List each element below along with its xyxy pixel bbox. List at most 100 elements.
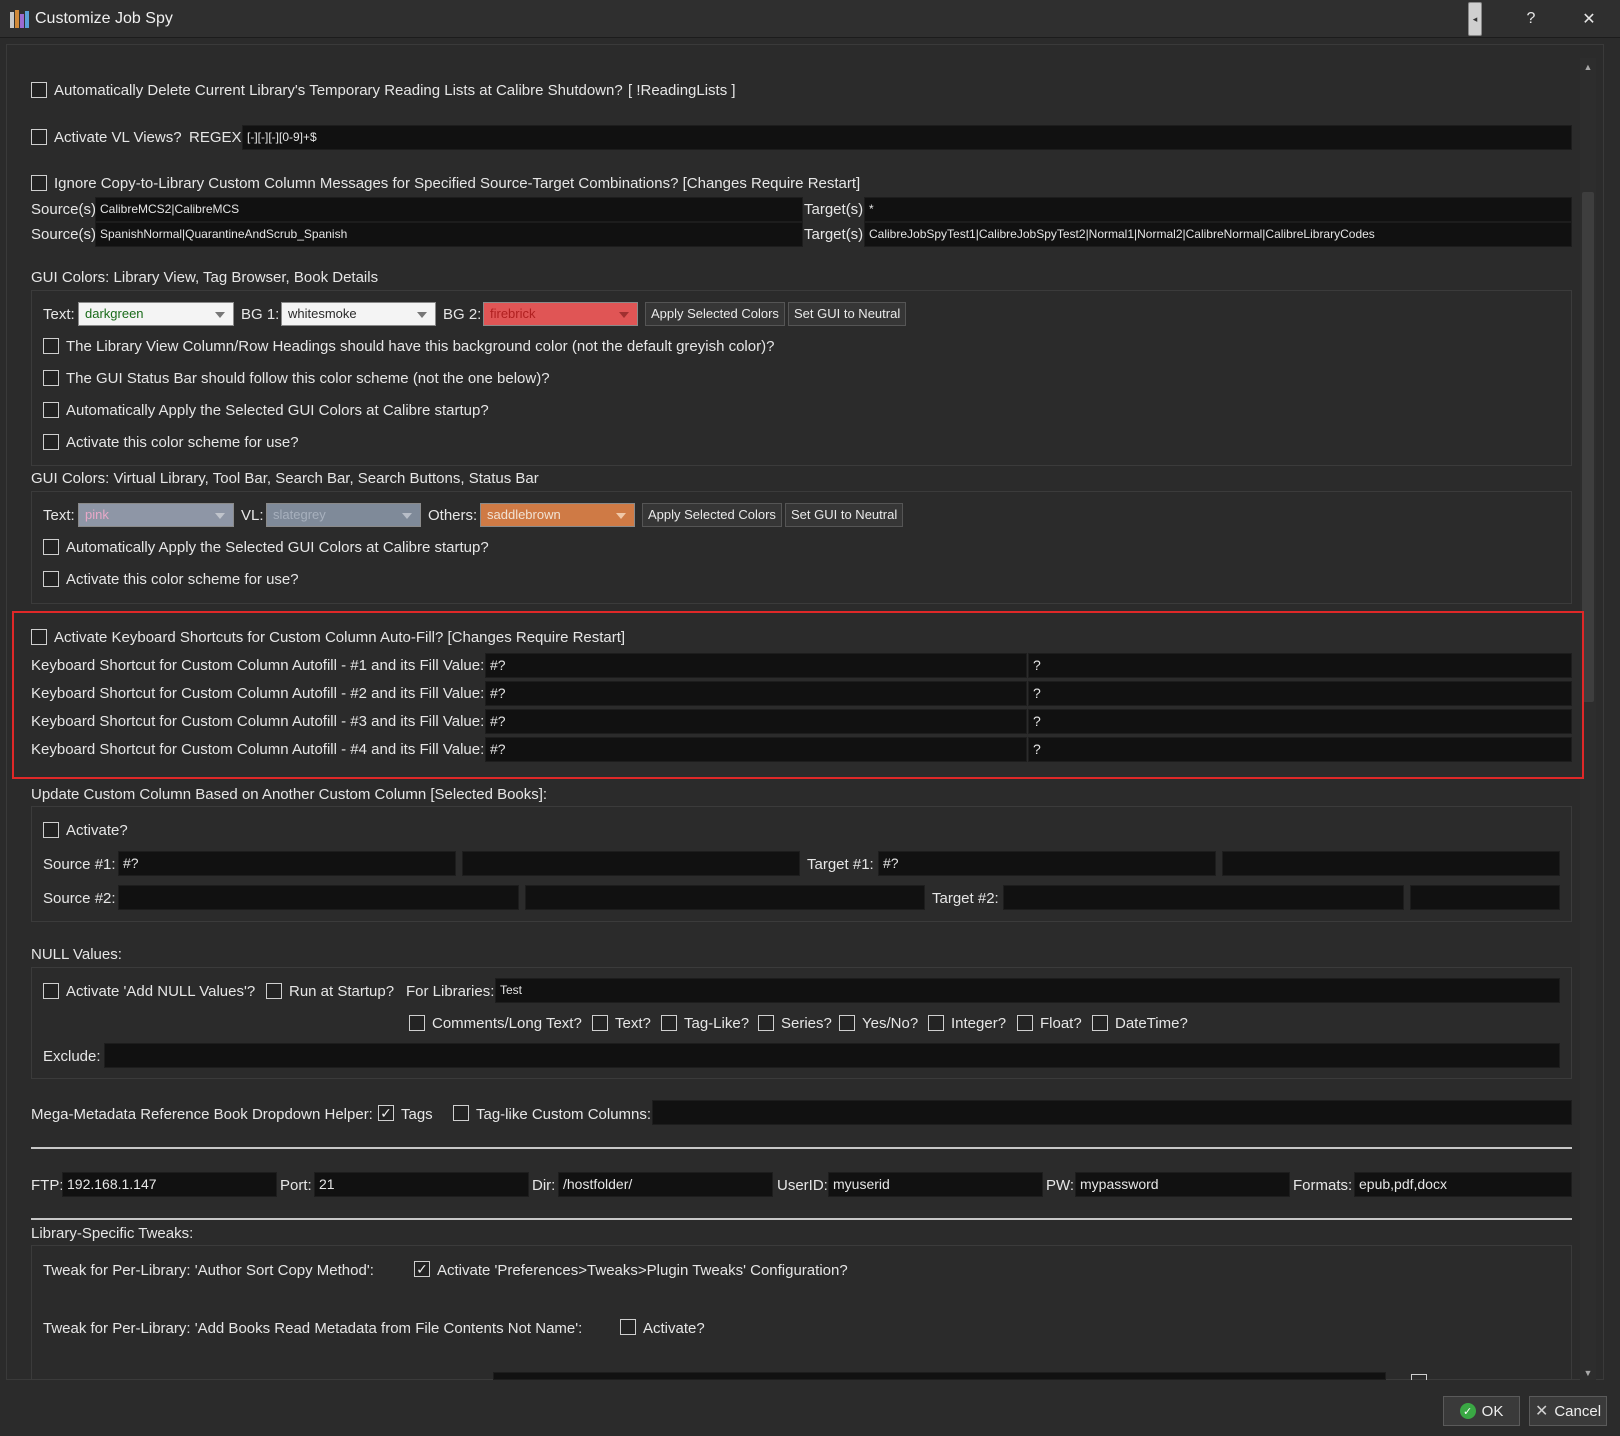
null-type-float-checkbox[interactable] <box>1017 1015 1033 1031</box>
activate-vl-views-label: Activate VL Views? <box>54 129 182 146</box>
set-gui-neutral-button-1[interactable]: Set GUI to Neutral <box>788 302 907 326</box>
shortcut-label-3: Keyboard Shortcut for Custom Column Auto… <box>31 713 485 730</box>
source1-label: Source #1: <box>43 856 116 873</box>
ok-button[interactable]: ✓ OK <box>1443 1396 1520 1426</box>
null-type-datetime-checkbox[interactable] <box>1092 1015 1108 1031</box>
target-input-2[interactable]: CalibreJobSpyTest1|CalibreJobSpyTest2|No… <box>864 222 1572 247</box>
shortcut-column-input-2[interactable]: #? <box>485 681 1027 706</box>
target-input-1[interactable]: * <box>864 197 1572 222</box>
null-values-title: NULL Values: <box>31 946 122 963</box>
null-type-integer-checkbox[interactable] <box>928 1015 944 1031</box>
auto-apply-colors-label-2: Automatically Apply the Selected GUI Col… <box>66 539 489 556</box>
pw-input[interactable]: mypassword <box>1075 1172 1290 1197</box>
null-type-series-checkbox[interactable] <box>758 1015 774 1031</box>
target1-extra-input[interactable] <box>1222 851 1560 876</box>
regex-label: REGEX: <box>189 129 246 146</box>
vl-color-combo[interactable]: slategrey <box>266 503 421 527</box>
activate-vl-views-checkbox[interactable] <box>31 129 47 145</box>
shortcut-value-input-1[interactable]: ? <box>1028 653 1572 678</box>
partial-hidden-input[interactable] <box>493 1372 1386 1380</box>
headings-bg-checkbox[interactable] <box>43 338 59 354</box>
activate-scheme-checkbox-1[interactable] <box>43 434 59 450</box>
apply-selected-colors-button-2[interactable]: Apply Selected Colors <box>642 503 782 527</box>
shortcut-value-input-3[interactable]: ? <box>1028 709 1572 734</box>
scroll-down-arrow-icon[interactable]: ▼ <box>1580 1366 1596 1380</box>
help-button[interactable]: ? <box>1508 0 1554 38</box>
activate-scheme-label-1: Activate this color scheme for use? <box>66 434 299 451</box>
target2-extra-input[interactable] <box>1410 885 1560 910</box>
run-at-startup-checkbox[interactable] <box>266 983 282 999</box>
cancel-x-icon: ✕ <box>1534 1403 1549 1420</box>
auto-apply-colors-checkbox-2[interactable] <box>43 539 59 555</box>
author-sort-tweak-checkbox[interactable]: ✓ <box>414 1261 430 1277</box>
source2-input[interactable] <box>118 885 519 910</box>
text-color-combo[interactable]: darkgreen <box>78 302 234 326</box>
source-label-2: Source(s): <box>31 226 101 243</box>
target1-label: Target #1: <box>807 856 874 873</box>
text-color-combo-2[interactable]: pink <box>78 503 234 527</box>
activate-scheme-checkbox-2[interactable] <box>43 571 59 587</box>
shortcut-column-input-4[interactable]: #? <box>485 737 1027 762</box>
others-color-combo[interactable]: saddlebrown <box>480 503 635 527</box>
gui-colors-vl-title: GUI Colors: Virtual Library, Tool Bar, S… <box>31 470 539 487</box>
null-type-integer-label: Integer? <box>951 1015 1007 1032</box>
bg1-color-combo[interactable]: whitesmoke <box>281 302 436 326</box>
regex-input[interactable]: [-][-][-][0-9]+$ <box>242 125 1572 150</box>
formats-input[interactable]: epub,pdf,docx <box>1354 1172 1572 1197</box>
port-input[interactable]: 21 <box>314 1172 529 1197</box>
target1-input[interactable]: #? <box>878 851 1216 876</box>
for-libraries-input[interactable]: Test <box>495 978 1560 1003</box>
title-bar <box>0 0 1620 38</box>
source-input-1[interactable]: CalibreMCS2|CalibreMCS <box>95 197 803 222</box>
shortcut-column-input-1[interactable]: #? <box>485 653 1027 678</box>
add-books-tweak-checkbox[interactable] <box>620 1319 636 1335</box>
auto-apply-colors-checkbox-1[interactable] <box>43 402 59 418</box>
dir-label: Dir: <box>532 1177 556 1194</box>
exclude-input[interactable] <box>104 1043 1560 1068</box>
shortcut-column-input-3[interactable]: #? <box>485 709 1027 734</box>
null-type-comments-checkbox[interactable] <box>409 1015 425 1031</box>
null-type-yesno-checkbox[interactable] <box>839 1015 855 1031</box>
auto-apply-colors-label-1: Automatically Apply the Selected GUI Col… <box>66 402 489 419</box>
pin-handle-icon[interactable]: ◂ <box>1468 2 1482 36</box>
mega-tags-checkbox[interactable]: ✓ <box>378 1105 394 1121</box>
bg2-color-combo[interactable]: firebrick <box>483 302 638 326</box>
headings-bg-label: The Library View Column/Row Headings sho… <box>66 338 775 355</box>
shortcut-value-input-4[interactable]: ? <box>1028 737 1572 762</box>
source1-input[interactable]: #? <box>118 851 456 876</box>
ftp-host-input[interactable]: 192.168.1.147 <box>62 1172 277 1197</box>
source2-label: Source #2: <box>43 890 116 907</box>
activate-shortcuts-checkbox[interactable] <box>31 629 47 645</box>
update-cc-activate-checkbox[interactable] <box>43 822 59 838</box>
source-input-2[interactable]: SpanishNormal|QuarantineAndScrub_Spanish <box>95 222 803 247</box>
close-button[interactable]: ✕ <box>1566 0 1612 38</box>
null-type-taglike-checkbox[interactable] <box>661 1015 677 1031</box>
text-color-label: Text: <box>43 306 75 323</box>
activate-null-values-checkbox[interactable] <box>43 983 59 999</box>
shortcut-value-input-2[interactable]: ? <box>1028 681 1572 706</box>
calibre-app-icon <box>10 10 30 28</box>
target-label-1: Target(s): <box>804 201 868 218</box>
set-gui-neutral-button-2[interactable]: Set GUI to Neutral <box>785 503 904 527</box>
source2-extra-input[interactable] <box>525 885 925 910</box>
source-label-1: Source(s): <box>31 201 101 218</box>
null-type-taglike-label: Tag-Like? <box>684 1015 750 1032</box>
update-cc-title: Update Custom Column Based on Another Cu… <box>31 786 548 803</box>
apply-selected-colors-button-1[interactable]: Apply Selected Colors <box>645 302 785 326</box>
for-libraries-label: For Libraries: <box>406 983 495 1000</box>
null-type-text-checkbox[interactable] <box>592 1015 608 1031</box>
null-type-yesno-label: Yes/No? <box>862 1015 919 1032</box>
status-bar-scheme-checkbox[interactable] <box>43 370 59 386</box>
ignore-copy-messages-checkbox[interactable] <box>31 175 47 191</box>
partial-hidden-checkbox[interactable] <box>1411 1374 1427 1380</box>
mega-taglike-input[interactable] <box>652 1100 1572 1125</box>
userid-input[interactable]: myuserid <box>828 1172 1043 1197</box>
scroll-up-arrow-icon[interactable]: ▲ <box>1580 60 1596 74</box>
source1-extra-input[interactable] <box>462 851 800 876</box>
dir-input[interactable]: /hostfolder/ <box>558 1172 773 1197</box>
mega-tags-label: Tags <box>401 1106 433 1123</box>
mega-taglike-checkbox[interactable] <box>453 1105 469 1121</box>
delete-reading-lists-checkbox[interactable] <box>31 82 47 98</box>
target2-input[interactable] <box>1003 885 1404 910</box>
cancel-button[interactable]: ✕ Cancel <box>1529 1396 1607 1426</box>
